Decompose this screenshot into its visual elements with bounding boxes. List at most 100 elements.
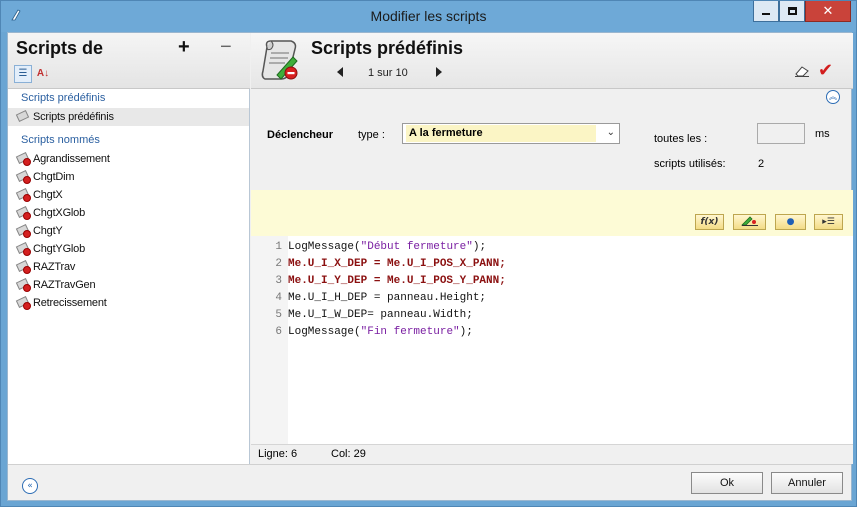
line-number: 3 (275, 275, 282, 287)
script-icon (15, 170, 32, 184)
trigger-type-value: A la fermeture (406, 125, 596, 142)
list-item[interactable]: Agrandissement (15, 151, 110, 167)
col-value: 29 (353, 448, 366, 460)
code-text: LogMessage("Fin fermeture"); (285, 324, 473, 341)
list-item-label: RAZTravGen (33, 279, 96, 291)
list-item-label: Scripts prédéfinis (33, 111, 114, 123)
category-view-icon[interactable]: ☰ (14, 65, 32, 83)
trigger-type-select[interactable]: A la fermeture ⌄ (402, 123, 620, 144)
list-item[interactable]: RAZTrav (15, 259, 76, 275)
sidebar-title: Scripts de (16, 38, 104, 58)
code-text: LogMessage("Début fermeture"); (285, 239, 486, 256)
code-text: Me.U_I_X_DEP = Me.U_I_POS_X_PANN; (288, 258, 506, 270)
code-line[interactable]: 2 Me.U_I_X_DEP = Me.U_I_POS_X_PANN; (251, 256, 506, 273)
string-literal: "Fin fermeture" (360, 326, 460, 338)
remove-script-button[interactable]: − (220, 36, 232, 59)
list-item-label: ChgtY (33, 225, 63, 237)
list-item[interactable]: ChgtDim (15, 169, 75, 185)
line-number: 4 (275, 292, 282, 304)
line-label: Ligne: (258, 448, 288, 460)
list-item-label: RAZTrav (33, 261, 76, 273)
eraser-icon[interactable] (794, 65, 810, 77)
maximize-icon (787, 7, 797, 15)
line-value: 6 (291, 448, 298, 460)
dialog-client: Scripts de + − ☰ A↓ Scripts prédéfinis S… (7, 32, 853, 501)
col-label: Col: (331, 448, 351, 460)
script-header: Scripts prédéfinis 1 sur 10 ✔ (251, 33, 853, 89)
script-icon (15, 296, 32, 310)
add-script-button[interactable]: + (178, 36, 190, 59)
validate-check-icon[interactable]: ✔ (818, 60, 833, 81)
function-button[interactable]: f(x) (695, 214, 724, 230)
code-text: Me.U_I_H_DEP = panneau.Height; (288, 292, 487, 304)
interval-input[interactable] (757, 123, 805, 144)
list-item[interactable]: ChgtYGlob (15, 241, 86, 257)
list-item[interactable]: Retrecissement (15, 295, 107, 311)
code-line[interactable]: 4 Me.U_I_H_DEP = panneau.Height; (251, 290, 486, 307)
expand-left-icon[interactable]: « (22, 478, 38, 494)
string-literal: "Début fermeture" (360, 241, 473, 253)
scroll-script-icon (261, 40, 298, 80)
code-token: LogMessage( (288, 326, 361, 338)
list-item-label: Agrandissement (33, 153, 110, 165)
dialog-footer: « Ok Annuler (8, 464, 851, 500)
pager-text: 1 sur 10 (368, 67, 408, 79)
dialog-window: Modifier les scripts ✕ Scripts de + − ☰ … (0, 0, 857, 507)
trigger-label: Déclencheur (267, 129, 334, 141)
script-icon (15, 206, 32, 220)
close-button[interactable]: ✕ (805, 1, 851, 22)
maximize-button[interactable] (779, 1, 805, 22)
list-item-label: ChgtX (33, 189, 63, 201)
line-number: 1 (275, 241, 282, 253)
script-icon (15, 242, 32, 256)
list-item[interactable]: RAZTravGen (15, 277, 96, 293)
script-icon (15, 110, 32, 124)
list-item-label: ChgtXGlob (33, 207, 86, 219)
code-line[interactable]: 5 Me.U_I_W_DEP= panneau.Width; (251, 307, 473, 324)
list-item-scripts-predefinis[interactable]: Scripts prédéfinis (15, 109, 114, 125)
scripts-sidebar: Scripts de + − ☰ A↓ Scripts prédéfinis S… (8, 33, 250, 464)
code-text: Me.U_I_Y_DEP = Me.U_I_POS_Y_PANN; (288, 275, 506, 287)
cancel-button[interactable]: Annuler (771, 472, 843, 494)
sidebar-header: Scripts de + − ☰ A↓ (8, 33, 250, 89)
line-indicator: Ligne: 6 (258, 448, 297, 460)
code-token: ); (459, 326, 473, 338)
code-line[interactable]: 6 LogMessage("Fin fermeture"); (251, 324, 473, 341)
line-number: 6 (275, 326, 282, 338)
minimize-button[interactable] (753, 1, 779, 22)
list-item-label: ChgtYGlob (33, 243, 86, 255)
section-named: Scripts nommés (21, 134, 100, 146)
interval-label: toutes les : (654, 133, 708, 145)
code-token: ); (472, 241, 487, 253)
code-editor[interactable]: 1 LogMessage("Début fermeture"); 2 Me.U_I_… (251, 236, 853, 464)
minimize-icon (762, 13, 770, 15)
list-icon[interactable]: ▸☰ (814, 214, 843, 230)
list-item[interactable]: ChgtXGlob (15, 205, 86, 221)
code-line[interactable]: 1 LogMessage("Début fermeture"); (251, 239, 486, 256)
used-scripts-value: 2 (758, 158, 765, 170)
list-item-label: Retrecissement (33, 297, 107, 309)
ok-button[interactable]: Ok (691, 472, 763, 494)
next-arrow-icon[interactable] (436, 67, 442, 77)
collapse-up-icon[interactable]: ︽ (826, 90, 840, 104)
title-bar[interactable]: Modifier les scripts ✕ (1, 1, 856, 32)
line-number: 5 (275, 309, 282, 321)
line-number: 2 (275, 258, 282, 270)
ruler-icon[interactable] (733, 214, 766, 230)
interval-unit: ms (815, 128, 830, 140)
code-text: Me.U_I_W_DEP= panneau.Width; (288, 309, 473, 321)
script-icon (15, 260, 32, 274)
chevron-down-icon[interactable]: ⌄ (607, 127, 615, 138)
editor-status-bar: Ligne: 6 Col: 29 (251, 444, 853, 464)
object-icon[interactable]: ● (775, 214, 806, 230)
script-icon (15, 152, 32, 166)
list-item[interactable]: ChgtY (15, 223, 63, 239)
window-title: Modifier les scripts (370, 8, 487, 24)
previous-arrow-icon[interactable] (337, 67, 343, 77)
list-item-label: ChgtDim (33, 171, 75, 183)
list-item[interactable]: ChgtX (15, 187, 63, 203)
ruler-glyph-icon (740, 216, 758, 226)
code-line[interactable]: 3 Me.U_I_Y_DEP = Me.U_I_POS_Y_PANN; (251, 273, 506, 290)
sort-alpha-icon[interactable]: A↓ (34, 65, 52, 83)
script-icon (15, 278, 32, 292)
